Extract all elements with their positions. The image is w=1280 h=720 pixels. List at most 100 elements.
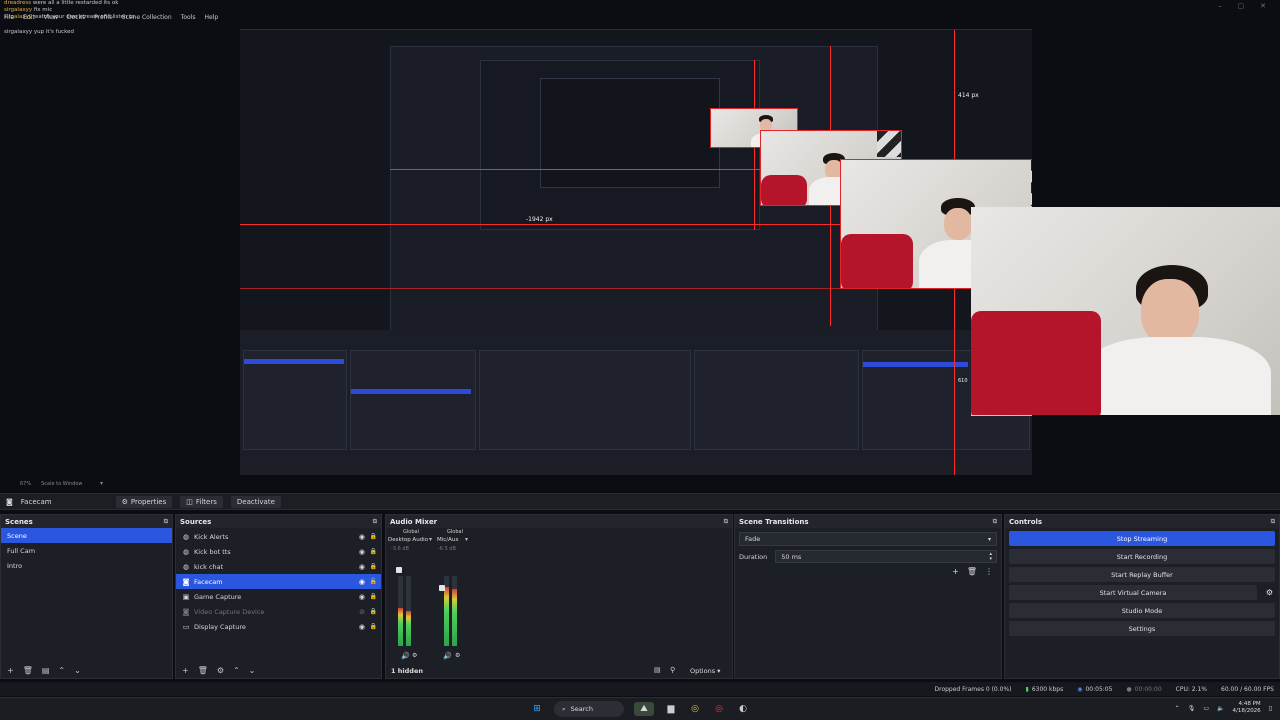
- menu-profile[interactable]: Profile: [94, 14, 113, 21]
- move-up-icon[interactable]: ⌃: [58, 666, 65, 675]
- scenes-toolbar: + 🗑 ▤ ⌃ ⌄: [1, 662, 172, 678]
- add-icon[interactable]: +: [7, 666, 14, 675]
- popout-icon[interactable]: ⧉: [1271, 518, 1275, 526]
- duration-label: Duration: [739, 552, 768, 561]
- transition-select[interactable]: Fade ▾: [739, 532, 997, 546]
- hidden-count[interactable]: 1 hidden: [391, 667, 423, 675]
- gear-icon[interactable]: ⚙: [412, 652, 417, 659]
- popout-icon[interactable]: ⧉: [164, 518, 168, 526]
- trash-icon[interactable]: 🗑: [198, 666, 208, 675]
- volume-slider-handle[interactable]: [396, 567, 402, 573]
- eye-off-icon[interactable]: ⊘: [359, 608, 365, 616]
- popout-icon[interactable]: ⧉: [993, 518, 997, 526]
- chevron-down-icon[interactable]: ▾: [100, 480, 103, 487]
- chevron-down-icon[interactable]: ▾: [465, 536, 468, 543]
- move-up-icon[interactable]: ⌃: [233, 666, 240, 675]
- properties-button[interactable]: ⚙ Properties: [115, 495, 173, 508]
- popout-icon[interactable]: ⧉: [724, 518, 728, 526]
- gear-icon[interactable]: ⚙: [455, 652, 460, 659]
- lock-icon[interactable]: 🔒: [370, 563, 377, 570]
- popout-icon[interactable]: ⧉: [373, 518, 377, 526]
- menu-docks[interactable]: Docks: [67, 14, 85, 21]
- eye-icon[interactable]: ◉: [359, 533, 365, 541]
- options-button[interactable]: Options ▾: [690, 667, 720, 675]
- stop-streaming-button[interactable]: Stop Streaming: [1009, 531, 1275, 546]
- start-virtual-camera-button[interactable]: Start Virtual Camera ⚙: [1009, 585, 1273, 600]
- maximize-icon[interactable]: ▢: [1238, 2, 1245, 10]
- filter-icon[interactable]: ▤: [42, 666, 50, 675]
- stepper-icon[interactable]: ▴ ▾: [989, 551, 992, 562]
- close-icon[interactable]: ✕: [1260, 2, 1266, 10]
- speaker-icon[interactable]: 🔊: [443, 652, 452, 660]
- facecam-main[interactable]: [971, 207, 1280, 415]
- lock-icon[interactable]: 🔒: [370, 548, 377, 555]
- windows-start-icon[interactable]: ⊞: [530, 702, 544, 716]
- speaker-icon[interactable]: 🔊: [401, 652, 410, 660]
- widgets-icon[interactable]: ⛰: [634, 702, 654, 716]
- layout-icon[interactable]: ▤: [654, 666, 661, 674]
- menu-help[interactable]: Help: [204, 14, 218, 21]
- chevron-up-icon[interactable]: ⌃: [1175, 705, 1180, 712]
- deactivate-button[interactable]: Deactivate: [230, 495, 281, 508]
- preview-canvas[interactable]: 414 px -1942 px 610: [240, 29, 1032, 475]
- scene-item[interactable]: Scene: [1, 528, 172, 543]
- eye-icon[interactable]: ◉: [359, 563, 365, 571]
- lock-icon[interactable]: 🔒: [370, 608, 377, 615]
- eye-icon[interactable]: ◉: [359, 593, 365, 601]
- volume-icon[interactable]: 🔈: [1217, 705, 1224, 712]
- source-item[interactable]: ▣ Game Capture ◉ 🔒: [176, 589, 381, 604]
- source-item[interactable]: ▭ Display Capture ◉ 🔒: [176, 619, 381, 634]
- scene-item[interactable]: Intro: [1, 558, 172, 573]
- channel-name: Desktop Audio: [388, 537, 429, 543]
- network-icon[interactable]: ▭: [1203, 705, 1209, 712]
- minimize-icon[interactable]: –: [1218, 2, 1222, 10]
- app-icon[interactable]: ◎: [712, 702, 726, 716]
- filters-button[interactable]: ◫ Filters: [180, 495, 223, 508]
- studio-mode-button[interactable]: Studio Mode: [1009, 603, 1275, 618]
- source-item[interactable]: ◙ Video Capture Device ⊘ 🔒: [176, 604, 381, 619]
- source-item[interactable]: ◍ Kick bot tts ◉ 🔒: [176, 544, 381, 559]
- add-icon[interactable]: +: [952, 567, 959, 576]
- microphone-icon[interactable]: 🎙: [1188, 705, 1196, 712]
- volume-slider-handle[interactable]: [439, 585, 445, 591]
- nested-preview-deeper: [540, 78, 720, 188]
- obs-icon[interactable]: ◐: [736, 702, 750, 716]
- more-icon[interactable]: ⋮: [985, 567, 993, 576]
- eye-icon[interactable]: ◉: [359, 578, 365, 586]
- lock-icon[interactable]: 🔒: [370, 623, 377, 630]
- move-down-icon[interactable]: ⌄: [74, 666, 81, 675]
- scenes-dock: Scenes ⧉ Scene Full Cam Intro + 🗑 ▤ ⌃ ⌄: [0, 514, 173, 679]
- menu-scene-collection[interactable]: Scene Collection: [122, 14, 172, 21]
- chevron-down-icon[interactable]: ▾: [429, 536, 432, 543]
- clock[interactable]: 4:48 PM 4/18/2026: [1232, 701, 1260, 715]
- link-icon[interactable]: ⚲: [670, 666, 675, 674]
- add-icon[interactable]: +: [182, 666, 189, 675]
- gear-icon[interactable]: ⚙: [217, 666, 224, 675]
- scene-item[interactable]: Full Cam: [1, 543, 172, 558]
- eye-icon[interactable]: ◉: [359, 548, 365, 556]
- file-explorer-icon[interactable]: ▆: [664, 702, 678, 716]
- lock-icon[interactable]: 🔒: [370, 593, 377, 600]
- menu-view[interactable]: View: [44, 14, 58, 21]
- eye-icon[interactable]: ◉: [359, 623, 365, 631]
- start-recording-button[interactable]: Start Recording: [1009, 549, 1275, 564]
- trash-icon[interactable]: 🗑: [967, 567, 977, 576]
- lock-icon[interactable]: 🔓: [370, 578, 377, 585]
- menu-tools[interactable]: Tools: [181, 14, 196, 21]
- settings-button[interactable]: Settings: [1009, 621, 1275, 636]
- gear-icon[interactable]: ⚙: [1266, 588, 1273, 597]
- chrome-icon[interactable]: ◎: [688, 702, 702, 716]
- source-item[interactable]: ◍ Kick Alerts ◉ 🔒: [176, 529, 381, 544]
- menu-file[interactable]: File: [4, 14, 14, 21]
- trash-icon[interactable]: 🗑: [23, 666, 33, 675]
- lock-icon[interactable]: 🔒: [370, 533, 377, 540]
- start-replay-buffer-button[interactable]: Start Replay Buffer: [1009, 567, 1275, 582]
- duration-input[interactable]: 50 ms ▴ ▾: [775, 550, 997, 563]
- source-item[interactable]: ◍ kick chat ◉ 🔒: [176, 559, 381, 574]
- menu-edit[interactable]: Edit: [23, 14, 35, 21]
- source-item[interactable]: ◙ Facecam ◉ 🔓: [176, 574, 381, 589]
- channel-db: -6.5 dB: [438, 546, 456, 552]
- notification-icon[interactable]: ▯: [1269, 705, 1272, 712]
- move-down-icon[interactable]: ⌄: [249, 666, 256, 675]
- taskbar-search[interactable]: ⌕ Search: [554, 701, 624, 717]
